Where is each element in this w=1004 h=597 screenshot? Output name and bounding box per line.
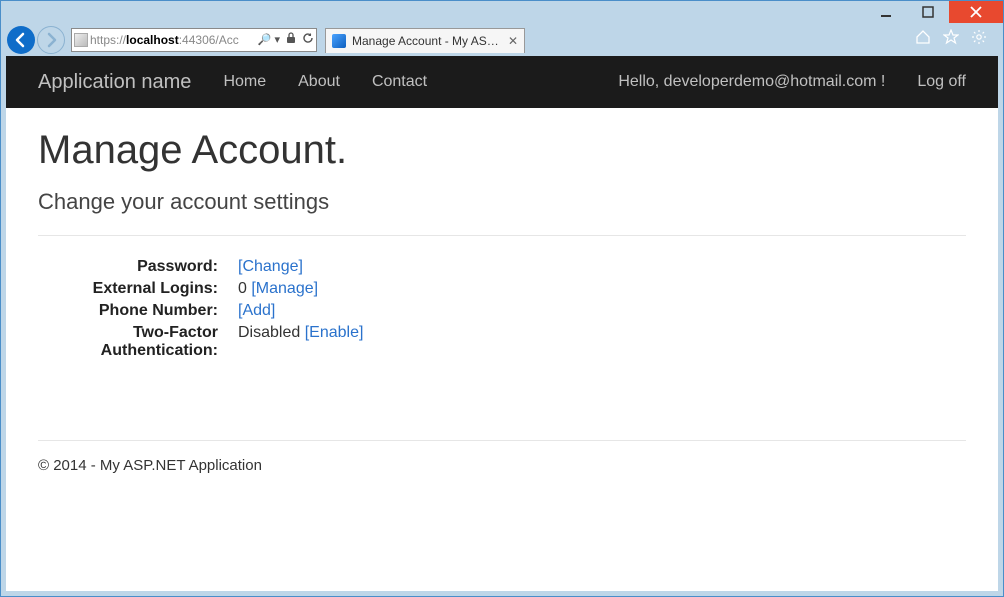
lock-icon[interactable]	[286, 32, 296, 47]
address-controls: 🔎 ▾	[258, 32, 314, 47]
settings-gear-icon[interactable]	[971, 29, 987, 50]
external-logins-label: External Logins:	[38, 280, 238, 298]
titlebar	[1, 1, 1003, 23]
minimize-button[interactable]	[865, 1, 907, 23]
close-button[interactable]	[949, 1, 1003, 23]
page-favicon-icon	[74, 33, 88, 47]
nav-contact[interactable]: Contact	[372, 73, 427, 91]
browser-toolbar: https://localhost:44306/Acc 🔎 ▾ Manage A…	[1, 23, 1003, 56]
search-dropdown-icon[interactable]: 🔎 ▾	[258, 33, 280, 46]
external-logins-count: 0	[238, 280, 247, 297]
tab-favicon-icon	[332, 34, 346, 48]
home-icon[interactable]	[915, 29, 931, 50]
phone-label: Phone Number:	[38, 302, 238, 320]
password-label: Password:	[38, 258, 238, 276]
page-title: Manage Account.	[38, 128, 966, 173]
maximize-button[interactable]	[907, 1, 949, 23]
twofactor-label: Two-Factor Authentication:	[38, 324, 238, 360]
tab-close-icon[interactable]: ✕	[508, 34, 518, 48]
back-button[interactable]	[7, 26, 35, 54]
twofactor-status: Disabled	[238, 324, 300, 341]
browser-window: https://localhost:44306/Acc 🔎 ▾ Manage A…	[0, 0, 1004, 597]
nav-logoff[interactable]: Log off	[917, 73, 966, 91]
external-logins-manage-link[interactable]: [Manage]	[251, 280, 318, 297]
footer-divider	[38, 440, 966, 441]
favorites-icon[interactable]	[943, 29, 959, 50]
site-navbar: Application name Home About Contact Hell…	[6, 56, 998, 108]
tab-title: Manage Account - My ASP....	[352, 34, 502, 48]
twofactor-enable-link[interactable]: [Enable]	[305, 324, 364, 341]
nav-about[interactable]: About	[298, 73, 340, 91]
address-bar[interactable]: https://localhost:44306/Acc 🔎 ▾	[71, 28, 317, 52]
phone-add-link[interactable]: [Add]	[238, 302, 275, 319]
footer-text: © 2014 - My ASP.NET Application	[38, 457, 966, 474]
browser-tab[interactable]: Manage Account - My ASP.... ✕	[325, 28, 525, 53]
refresh-icon[interactable]	[302, 32, 314, 47]
page-content: Manage Account. Change your account sett…	[6, 108, 998, 494]
divider	[38, 235, 966, 236]
page-subtitle: Change your account settings	[38, 189, 966, 215]
nav-home[interactable]: Home	[223, 73, 266, 91]
password-change-link[interactable]: [Change]	[238, 258, 303, 275]
address-text: https://localhost:44306/Acc	[90, 33, 256, 47]
forward-button[interactable]	[37, 26, 65, 54]
brand-link[interactable]: Application name	[38, 71, 191, 94]
settings-list: Password: [Change] External Logins: 0 [M…	[38, 258, 966, 360]
toolbar-icons	[915, 29, 997, 50]
nav-greeting[interactable]: Hello, developerdemo@hotmail.com !	[618, 73, 885, 91]
page-viewport: Application name Home About Contact Hell…	[6, 56, 998, 591]
tab-strip: Manage Account - My ASP.... ✕	[325, 26, 525, 53]
